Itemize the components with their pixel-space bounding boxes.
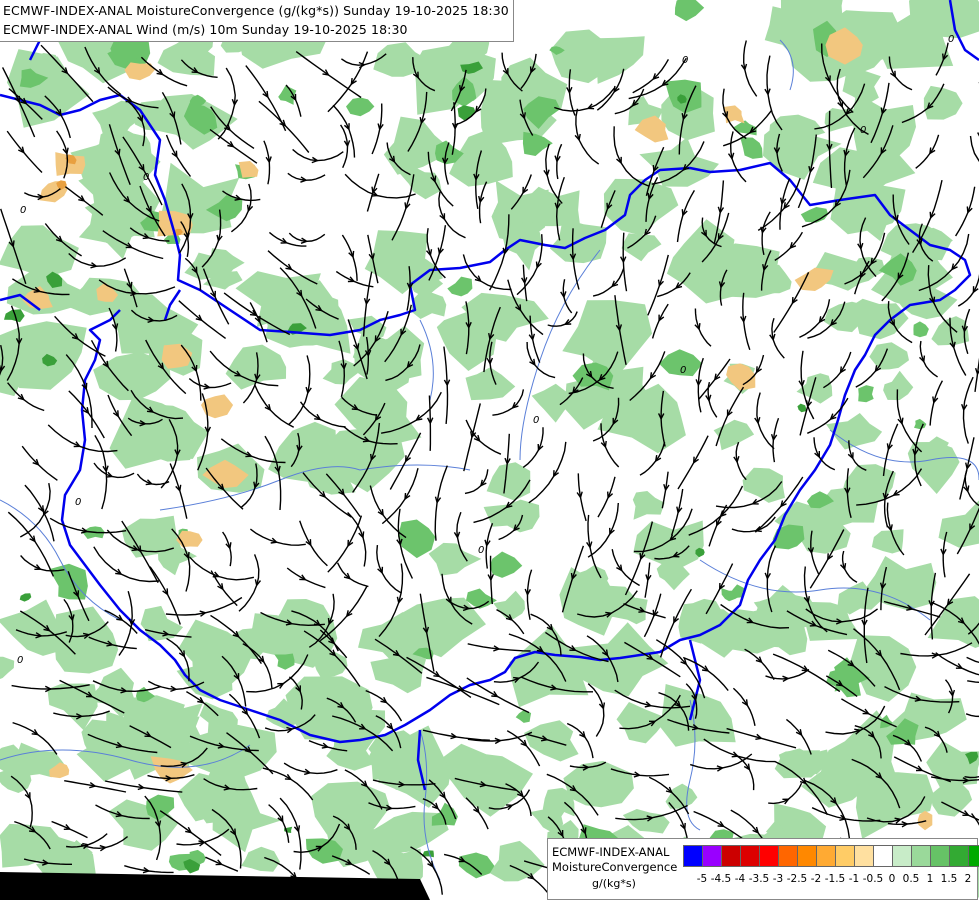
wind-title: ECMWF-INDEX-ANAL Wind (m/s) 10m Sunday 1… (3, 22, 408, 37)
contour-label: 0 (682, 55, 688, 66)
legend-swatch (950, 846, 969, 866)
legend-swatch (684, 846, 703, 866)
legend-swatch (931, 846, 950, 866)
contour-label: 0 (143, 172, 149, 183)
legend-tick: -4.5 (710, 873, 732, 885)
legend-tick: 1 (926, 873, 934, 885)
legend-tick: -5 (696, 873, 708, 885)
color-legend: ECMWF-INDEX-ANAL MoistureConvergence g/(… (547, 838, 979, 900)
contour-label: 0 (17, 655, 23, 666)
legend-swatch (893, 846, 912, 866)
legend-swatch (798, 846, 817, 866)
legend-swatch (760, 846, 779, 866)
moisture-title: ECMWF-INDEX-ANAL MoistureConvergence (g/… (3, 3, 509, 18)
legend-tick: -0.5 (862, 873, 884, 885)
legend-swatch (703, 846, 722, 866)
contour-label: 0 (680, 365, 686, 376)
legend-swatch (817, 846, 836, 866)
legend-tick: 1.5 (940, 873, 958, 885)
contour-label: 0 (533, 415, 539, 426)
legend-title: ECMWF-INDEX-ANAL MoistureConvergence (552, 845, 677, 875)
legend-tick: 0.5 (902, 873, 920, 885)
legend-swatch (741, 846, 760, 866)
legend-swatch (969, 846, 979, 866)
legend-tick: -2.5 (786, 873, 808, 885)
legend-swatch (722, 846, 741, 866)
contour-label: 0 (860, 125, 866, 136)
legend-swatch (836, 846, 855, 866)
contour-label: 0 (948, 34, 954, 45)
legend-color-scale (683, 845, 979, 867)
legend-tick: -4 (734, 873, 746, 885)
legend-tick: 2 (964, 873, 972, 885)
legend-tick: -3 (772, 873, 784, 885)
map-title-box: ECMWF-INDEX-ANAL MoistureConvergence (g/… (0, 0, 514, 42)
legend-unit: g/(kg*s) (592, 877, 636, 890)
contour-label: 0 (20, 205, 26, 216)
legend-swatch (779, 846, 798, 866)
legend-tick-labels: -5 -4.5 -4 -3.5 -3 -2.5 -2 -1.5 -1 -0.5 0 0.5 1 1.5 2 (692, 873, 977, 889)
legend-tick: 0 (888, 873, 896, 885)
legend-tick: -1 (848, 873, 860, 885)
weather-map[interactable]: 0 0 0 0 0 0 0 0 0 0 (0, 0, 979, 900)
strong-convergence-area (858, 385, 874, 403)
contour-label: 0 (478, 545, 484, 556)
legend-title-line1: ECMWF-INDEX-ANAL (552, 845, 670, 859)
legend-tick: -1.5 (824, 873, 846, 885)
legend-title-line2: MoistureConvergence (552, 860, 678, 874)
legend-swatch (912, 846, 931, 866)
legend-swatch (855, 846, 874, 866)
contour-label: 0 (75, 497, 81, 508)
legend-tick: -2 (810, 873, 822, 885)
legend-swatch (874, 846, 893, 866)
legend-tick: -3.5 (748, 873, 770, 885)
